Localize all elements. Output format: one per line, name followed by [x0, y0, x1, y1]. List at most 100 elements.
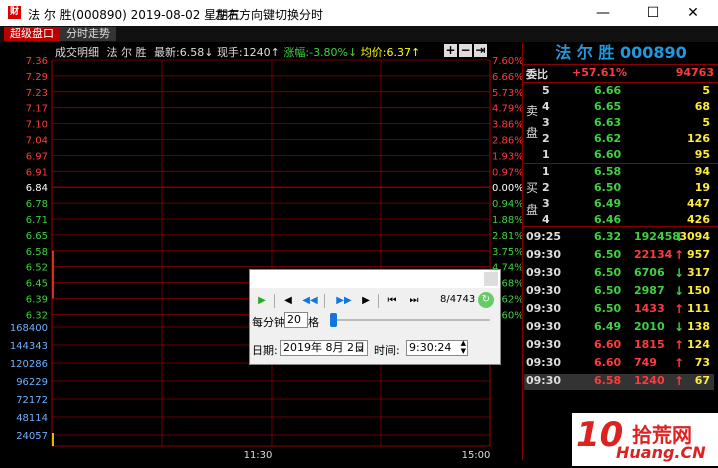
- trade-price: 6.49: [594, 320, 622, 333]
- trade-amount: 2010: [634, 320, 665, 333]
- volume-tick-label: 168400: [10, 323, 48, 334]
- trade-volume: 111: [687, 302, 710, 315]
- pct-tick-label: 1.93%: [492, 151, 522, 162]
- ask-level: 2: [542, 132, 550, 145]
- trade-time: 09:30: [526, 320, 562, 333]
- bid-row: 2 6.50 19: [524, 181, 714, 197]
- speed-slider-track[interactable]: [330, 319, 490, 321]
- price-tick-label: 7.10: [26, 120, 48, 131]
- chevron-down-icon[interactable]: ⌄: [356, 341, 365, 355]
- price-tick-label: 6.52: [26, 263, 48, 274]
- ask-row: 4 6.65 68: [524, 100, 714, 116]
- trade-time: 09:30: [526, 248, 562, 261]
- ask-row: 2 6.62 126: [524, 132, 714, 148]
- trade-amount: 22134: [634, 248, 673, 261]
- weibi-value: 94763: [675, 66, 714, 79]
- ask-price: 6.62: [594, 132, 622, 145]
- price-tick-label: 6.91: [26, 167, 48, 178]
- price-tick-label: 6.58: [26, 247, 48, 258]
- close-button[interactable]: ✕: [670, 0, 716, 26]
- trade-price: 6.50: [594, 302, 622, 315]
- fast-forward-icon[interactable]: ▶▶: [336, 294, 352, 308]
- ask-price: 6.60: [594, 148, 622, 161]
- bid-price: 6.49: [594, 197, 622, 210]
- jump-start-icon[interactable]: ⏮: [384, 294, 400, 308]
- trade-volume: 317: [687, 266, 710, 279]
- pct-tick-label: 7.60%: [492, 56, 522, 67]
- ask-price: 6.66: [594, 84, 622, 97]
- up-arrow-icon: ↑: [674, 338, 685, 352]
- info-change-label: 涨幅:: [283, 46, 310, 59]
- bid-level: 1: [542, 165, 550, 178]
- buy-label: 买盘: [526, 181, 539, 217]
- step-forward-icon[interactable]: ▶: [358, 294, 374, 308]
- tab-super-order-book[interactable]: 超级盘口: [4, 27, 60, 41]
- title-bar: 财 法 尔 胜(000890) 2019-08-02 星期五 左右方向键切换分时…: [0, 0, 718, 27]
- trade-time: 09:30: [526, 302, 562, 315]
- trade-row: 09:30 6.49 2010 ↓ 138: [524, 320, 714, 336]
- time-spinner[interactable]: 9:30:24 ▲ ▼: [406, 339, 468, 356]
- price-tick-label: 6.84: [26, 183, 48, 194]
- dialog-title-bar: [250, 270, 500, 288]
- jump-end-icon[interactable]: ⏭: [406, 294, 422, 308]
- ask-volume: 68: [694, 100, 710, 113]
- ask-level: 5: [542, 84, 550, 97]
- trade-volume: 3094: [679, 230, 710, 243]
- trade-row: 09:30 6.60 1815 ↑ 124: [524, 338, 714, 354]
- volume-tick-label: 96229: [16, 377, 48, 388]
- stock-name: 法 尔 胜 000890: [555, 43, 687, 62]
- step-back-icon[interactable]: ◀: [280, 294, 296, 308]
- sell-label: 卖盘: [526, 104, 539, 140]
- ask-level: 4: [542, 100, 550, 113]
- info-latest-value: 6.58↓: [179, 46, 214, 59]
- price-tick-label: 7.23: [26, 88, 48, 99]
- trade-row: 09:25 6.32 192458 ↓ 3094: [524, 230, 714, 246]
- per-minute-input[interactable]: 20: [284, 312, 308, 328]
- intraday-chart: 7.36 7.60% 7.29 6.66% 7.23 5.73% 7.17 4.79% 7.10…: [0, 42, 523, 460]
- trade-price: 6.50: [594, 248, 622, 261]
- trade-price: 6.60: [594, 356, 622, 369]
- fit-right-icon[interactable]: ⇥: [474, 44, 487, 57]
- zoom-out-icon[interactable]: −: [459, 44, 472, 57]
- ask-volume: 95: [694, 148, 710, 161]
- grid-unit-label: 格: [308, 316, 319, 329]
- weibi-pct: +57.61%: [572, 66, 628, 79]
- ask-row: 1 6.60 95: [524, 148, 714, 164]
- info-avg-label: 均价:: [360, 46, 387, 59]
- price-tick-label: 7.29: [26, 72, 48, 83]
- volume-tick-label: 120286: [10, 359, 48, 370]
- price-tick-label: 7.36: [26, 56, 48, 67]
- trade-price: 6.50: [594, 266, 622, 279]
- bid-price: 6.58: [594, 165, 622, 178]
- weibi-label: 委比: [526, 68, 548, 81]
- ask-price: 6.63: [594, 116, 622, 129]
- zoom-in-icon[interactable]: +: [444, 44, 457, 57]
- ask-volume: 126: [687, 132, 710, 145]
- date-picker[interactable]: 2019年 8月 2日 ⌄: [280, 340, 368, 356]
- minimize-button[interactable]: —: [580, 0, 626, 26]
- playback-dialog: ▶ ◀ ◀◀ ▶▶ ▶ ⏮ ⏭ 8/4743 ↻ 每分钟 20 格 日期: 20…: [249, 269, 501, 365]
- ask-level: 3: [542, 116, 550, 129]
- play-icon[interactable]: ▶: [254, 294, 270, 308]
- speed-slider-thumb[interactable]: [330, 313, 337, 327]
- trade-row: 09:30 6.58 1240 ↑ 67: [524, 374, 714, 390]
- bid-volume: 94: [694, 165, 710, 178]
- bid-price: 6.50: [594, 181, 622, 194]
- pct-tick-label: 4.79%: [492, 104, 522, 115]
- dialog-close-button[interactable]: [484, 272, 498, 286]
- tab-intraday-chart[interactable]: 分时走势: [60, 27, 116, 41]
- bid-price: 6.46: [594, 213, 622, 226]
- info-latest-label: 最新:: [154, 46, 180, 59]
- ask-volume: 5: [702, 116, 710, 129]
- spinner-arrows-icon[interactable]: ▲ ▼: [461, 339, 466, 355]
- down-arrow-icon: ↓: [674, 320, 685, 334]
- ask-price: 6.65: [594, 100, 622, 113]
- price-tick-label: 6.97: [26, 151, 48, 162]
- sync-icon[interactable]: ↻: [478, 292, 494, 308]
- ask-volume: 5: [702, 84, 710, 97]
- chart-info-bar: 成交明细 法 尔 胜 最新:6.58↓ 现手:1240↑ 涨幅:-3.80%↓ …: [55, 44, 420, 60]
- ask-level: 1: [542, 148, 550, 161]
- fast-back-icon[interactable]: ◀◀: [302, 294, 318, 308]
- ask-row: 5 6.66 5: [524, 84, 714, 100]
- volume-tick-label: 144343: [10, 341, 48, 352]
